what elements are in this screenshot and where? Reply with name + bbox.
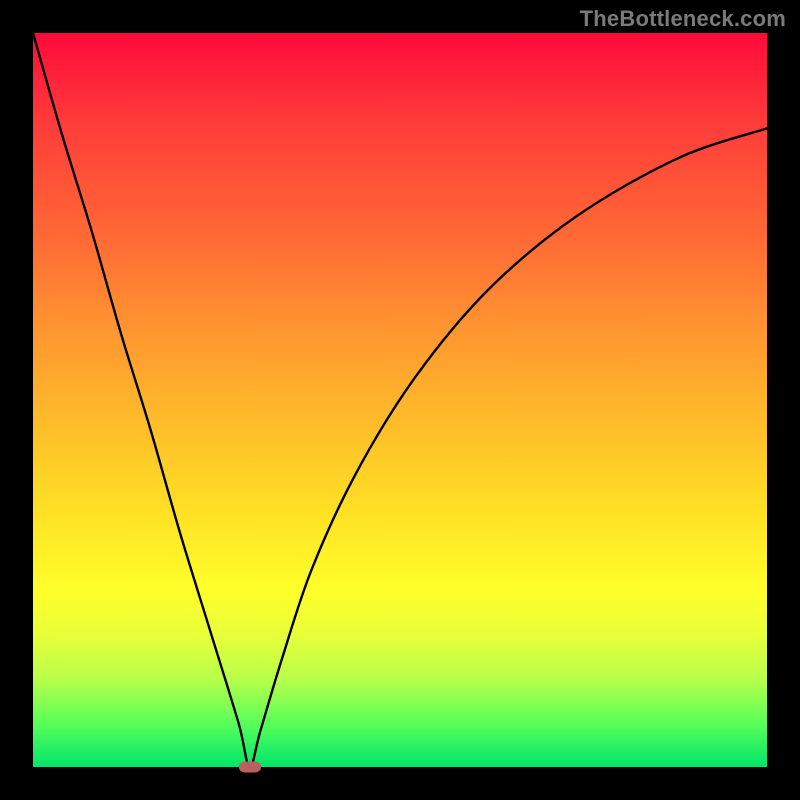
bottleneck-curve — [33, 33, 767, 767]
plot-area — [33, 33, 767, 767]
watermark-text: TheBottleneck.com — [580, 6, 786, 32]
minimum-marker — [239, 762, 261, 773]
chart-frame: TheBottleneck.com — [0, 0, 800, 800]
